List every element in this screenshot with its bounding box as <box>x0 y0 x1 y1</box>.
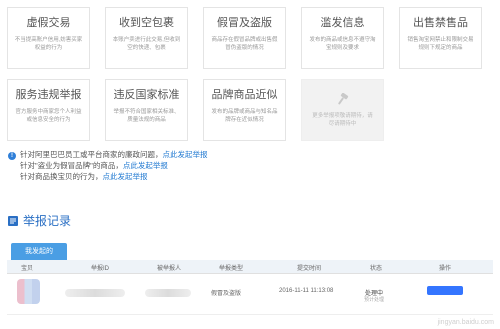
status-subtext: 预计处理 <box>364 297 385 303</box>
note-line: 针对商品换宝贝的行为，点此发起举报 <box>8 171 208 182</box>
category-title: 服务违规举报 <box>15 89 82 101</box>
records-table-header: 宝贝 举报ID 被举报人 举报类型 提交时间 状态 操作 <box>7 260 493 274</box>
records-header: 举报记录 <box>7 212 71 229</box>
column-header: 状态 <box>370 266 383 272</box>
reported-user-redacted <box>145 289 191 297</box>
action-link[interactable] <box>427 286 463 295</box>
category-title: 虚假交易 <box>26 17 71 29</box>
category-card-fake-trade[interactable]: 虚假交易 不当提高账户信用,妨害买家权益的行为 <box>7 7 90 69</box>
column-header: 操作 <box>439 266 452 272</box>
table-row: 假冒及盗版 2016-11-11 11:13:08 处理中 预计处理 <box>7 274 493 315</box>
category-desc: 销售淘宝网禁止和限制交易规则下规定的商品 <box>407 37 474 51</box>
column-header: 举报类型 <box>219 266 244 272</box>
report-notes: ! 针对阿里巴巴员工或平台商家的廉政问题，点此发起举报 针对"盗业为假冒品牌"的商… <box>8 149 208 182</box>
category-card-prohibited-goods[interactable]: 出售禁售品 销售淘宝网禁止和限制交易规则下规定的商品 <box>399 7 482 69</box>
note-line: ! 针对阿里巴巴员工或平台商家的廉政问题，点此发起举报 <box>8 149 208 160</box>
item-thumbnail[interactable] <box>17 279 40 304</box>
category-title: 违反国家标准 <box>113 89 180 101</box>
category-card-service-violation[interactable]: 服务违规举报 官方服务中商家您个人利益或信息安全的行为 <box>7 79 90 141</box>
tab-my-reports[interactable]: 我发起的 <box>11 243 67 260</box>
category-desc: 商品存在假冒品牌或出售假冒伪盗版的情况 <box>211 37 278 51</box>
note-text: 针对商品换宝贝的行为， <box>20 172 103 181</box>
report-id-redacted <box>65 289 125 297</box>
document-icon <box>8 215 18 226</box>
note-text: 针对阿里巴巴员工或平台商家的廉政问题， <box>20 150 163 159</box>
category-title: 品牌商品近似 <box>211 89 278 101</box>
note-line: 针对"盗业为假冒品牌"的商品，点此发起举报 <box>8 160 208 171</box>
note-text: 针对"盗业为假冒品牌"的商品， <box>20 161 123 170</box>
submit-time: 2016-11-11 11:13:08 <box>279 288 334 294</box>
note-link-report[interactable]: 点此发起举报 <box>163 150 208 159</box>
category-card-empty-package[interactable]: 收到空包裹 本账户卖进行此交易,但收到空的快递、包裹 <box>105 7 188 69</box>
more-card-text: 更多举报项敬请期待，请尽请期待中 <box>312 113 373 127</box>
category-desc: 发布的品牌或商品与知名品牌存在近似情况 <box>211 109 278 123</box>
note-link-report[interactable]: 点此发起举报 <box>123 161 168 170</box>
info-icon: ! <box>8 152 16 160</box>
category-desc: 发布的商品或信息不遵守淘宝规则及要求 <box>309 37 376 51</box>
category-card-spam-info[interactable]: 滥发信息 发布的商品或信息不遵守淘宝规则及要求 <box>301 7 384 69</box>
category-title: 收到空包裹 <box>119 17 174 29</box>
column-header: 宝贝 <box>21 266 34 272</box>
note-link-report[interactable]: 点此发起举报 <box>103 172 148 181</box>
gavel-icon <box>337 93 348 105</box>
category-title: 出售禁售品 <box>413 17 468 29</box>
category-desc: 不当提高账户信用,妨害买家权益的行为 <box>14 37 83 51</box>
report-type: 假冒及盗版 <box>211 291 242 297</box>
watermark: jingyan.baidu.com <box>437 319 494 326</box>
column-header: 被举报人 <box>157 266 182 272</box>
category-desc: 举报不符合国家相关标准、质量法规的商品 <box>113 109 180 123</box>
category-title: 滥发信息 <box>320 17 365 29</box>
category-card-national-standard[interactable]: 违反国家标准 举报不符合国家相关标准、质量法规的商品 <box>105 79 188 141</box>
column-header: 提交时间 <box>297 266 322 272</box>
category-desc: 官方服务中商家您个人利益或信息安全的行为 <box>15 109 82 123</box>
column-header: 举报ID <box>91 266 110 272</box>
category-card-counterfeit[interactable]: 假冒及盗版 商品存在假冒品牌或出售假冒伪盗版的情况 <box>203 7 286 69</box>
category-desc: 本账户卖进行此交易,但收到空的快递、包裹 <box>112 37 181 51</box>
category-card-brand-similar[interactable]: 品牌商品近似 发布的品牌或商品与知名品牌存在近似情况 <box>203 79 286 141</box>
category-card-more: 更多举报项敬请期待，请尽请期待中 <box>301 79 384 141</box>
category-title: 假冒及盗版 <box>217 17 272 29</box>
records-title: 举报记录 <box>23 214 72 228</box>
